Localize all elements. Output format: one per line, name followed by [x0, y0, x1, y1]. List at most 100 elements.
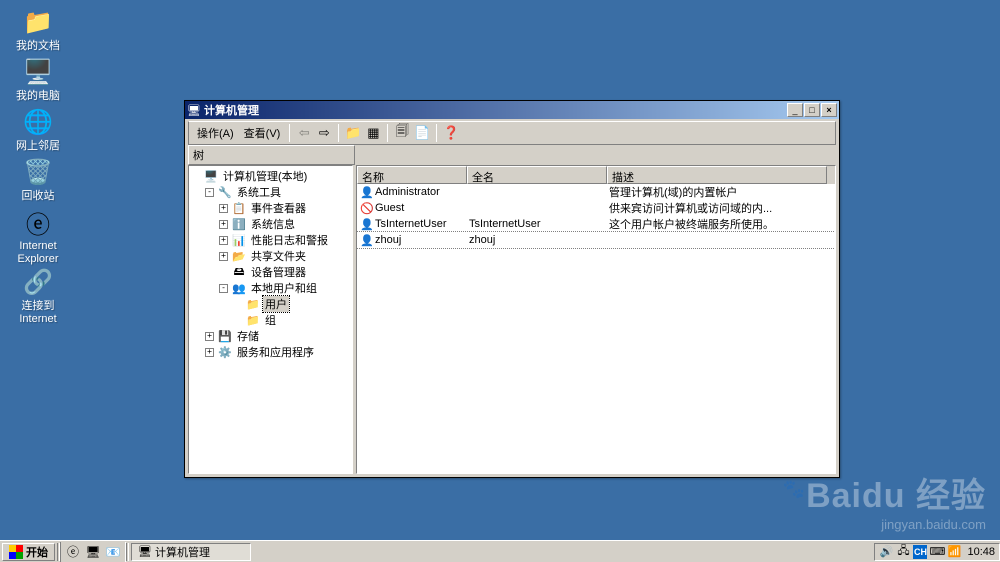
- tray-icon[interactable]: 📶: [947, 545, 961, 559]
- refresh-button[interactable]: 🗐: [392, 123, 412, 143]
- tree-node[interactable]: +ℹ️系统信息: [191, 216, 350, 232]
- column-header[interactable]: 名称: [357, 166, 467, 184]
- watermark: 🐾Baidu 经验 jingyan.baidu.com: [783, 468, 986, 532]
- taskbar: 开始 ⓔ 🖥 📧 🖥 计算机管理 🔊 🖧 CH ⌨ 📶 10:48: [0, 540, 1000, 562]
- tree-pane[interactable]: 🖥️计算机管理(本地)-🔧系统工具+📋事件查看器+ℹ️系统信息+📊性能日志和警报…: [188, 165, 353, 474]
- tree-node-icon: 💾: [217, 329, 233, 343]
- tree-node-label: 系统工具: [235, 184, 283, 200]
- windows-logo-icon: [9, 545, 23, 559]
- column-header[interactable]: 描述: [607, 166, 827, 184]
- desktop-icon-connect[interactable]: 🔗连接到 Internet: [8, 266, 68, 326]
- tree-node-icon: 📁: [245, 313, 261, 327]
- ql-desktop-icon[interactable]: 🖥: [84, 543, 102, 561]
- start-button[interactable]: 开始: [2, 543, 55, 561]
- expand-toggle[interactable]: +: [219, 236, 228, 245]
- menu-view[interactable]: 查看(V): [239, 123, 286, 143]
- expand-toggle[interactable]: +: [205, 348, 214, 357]
- tree-node[interactable]: 📁组: [191, 312, 350, 328]
- expand-toggle[interactable]: +: [219, 204, 228, 213]
- desktop-icon-my-computer[interactable]: 🖥️我的电脑: [8, 56, 68, 103]
- desktop-icon-label: Internet Explorer: [8, 240, 68, 266]
- tree-node[interactable]: +⚙️服务和应用程序: [191, 344, 350, 360]
- app-icon: 🖥: [187, 103, 201, 117]
- user-row[interactable]: 👤Administrator管理计算机(域)的内置帐户: [357, 184, 835, 200]
- desktop-icon-label: 我的文档: [8, 40, 68, 53]
- expand-toggle[interactable]: -: [205, 188, 214, 197]
- user-icon: 🚫: [359, 202, 375, 215]
- user-row[interactable]: 👤TsInternetUserTsInternetUser这个用户帐户被终端服务…: [357, 216, 835, 232]
- column-headers-bar: 树: [188, 145, 836, 165]
- desktop-icon-my-documents[interactable]: 📁 我的文档: [8, 6, 68, 53]
- desktop-icon-label: 回收站: [8, 190, 68, 203]
- network-icon: 🌐: [22, 106, 54, 138]
- ime-indicator[interactable]: CH: [913, 545, 927, 559]
- tree-node-label: 共享文件夹: [249, 248, 308, 264]
- tree-node-label: 系统信息: [249, 216, 297, 232]
- user-row[interactable]: 👤zhoujzhouj: [357, 232, 835, 248]
- tree-node[interactable]: +📊性能日志和警报: [191, 232, 350, 248]
- tree-node-label: 计算机管理(本地): [221, 168, 309, 184]
- tree-node[interactable]: 🖴设备管理器: [191, 264, 350, 280]
- tree-node-label: 存储: [235, 328, 261, 344]
- tree-node[interactable]: +💾存储: [191, 328, 350, 344]
- menu-action[interactable]: 操作(A): [192, 123, 239, 143]
- column-header[interactable]: 全名: [467, 166, 607, 184]
- tree-node-icon: 📁: [245, 297, 261, 311]
- help-button[interactable]: ❓: [441, 123, 461, 143]
- desktop-icon-ie[interactable]: ⓔInternet Explorer: [8, 206, 68, 266]
- user-desc: 供来宾访问计算机或访问域的内...: [607, 200, 827, 216]
- quick-launch: ⓔ 🖥 📧: [60, 542, 126, 562]
- list-pane[interactable]: 名称全名描述 👤Administrator管理计算机(域)的内置帐户🚫Guest…: [356, 165, 836, 474]
- user-icon: 👤: [359, 234, 375, 247]
- tree-node[interactable]: +📂共享文件夹: [191, 248, 350, 264]
- properties-button[interactable]: ▦: [363, 123, 383, 143]
- desktop-icon-label: 网上邻居: [8, 140, 68, 153]
- tree-node-label: 性能日志和警报: [249, 232, 330, 248]
- titlebar[interactable]: 🖥 计算机管理 _ □ ×: [185, 101, 839, 119]
- tree-node-icon: 📊: [231, 233, 247, 247]
- minimize-button[interactable]: _: [787, 103, 803, 117]
- forward-button[interactable]: ⇨: [314, 123, 334, 143]
- ql-outlook-icon[interactable]: 📧: [104, 543, 122, 561]
- expand-toggle[interactable]: +: [219, 220, 228, 229]
- connect-icon: 🔗: [22, 266, 54, 298]
- tree-header[interactable]: 树: [188, 145, 355, 165]
- task-app-icon: 🖥: [138, 545, 152, 558]
- desktop-icon-network[interactable]: 🌐 网上邻居: [8, 106, 68, 153]
- user-name: zhouj: [375, 234, 401, 246]
- expand-toggle[interactable]: +: [205, 332, 214, 341]
- tree-node-label: 服务和应用程序: [235, 344, 316, 360]
- my-documents-icon: 📁: [22, 6, 54, 38]
- desktop-icon-recycle-bin[interactable]: 🗑️回收站: [8, 156, 68, 203]
- clock[interactable]: 10:48: [964, 546, 995, 558]
- ie-icon: ⓔ: [22, 206, 54, 238]
- desktop-icon-label: 连接到 Internet: [8, 300, 68, 326]
- tree-node-icon: 📂: [231, 249, 247, 263]
- ql-ie-icon[interactable]: ⓔ: [64, 543, 82, 561]
- up-button[interactable]: 📁: [343, 123, 363, 143]
- tree-node-icon: 🖴: [231, 265, 247, 279]
- system-tray[interactable]: 🔊 🖧 CH ⌨ 📶 10:48: [874, 543, 1000, 561]
- maximize-button[interactable]: □: [804, 103, 820, 117]
- back-button[interactable]: ⇦: [294, 123, 314, 143]
- tree-node[interactable]: -🔧系统工具: [191, 184, 350, 200]
- taskbar-app-button[interactable]: 🖥 计算机管理: [131, 543, 251, 561]
- expand-toggle[interactable]: +: [219, 252, 228, 261]
- user-desc: 这个用户帐户被终端服务所使用。: [607, 216, 827, 232]
- tree-node-icon: 🖥️: [203, 169, 219, 183]
- user-row[interactable]: 🚫Guest 供来宾访问计算机或访问域的内...: [357, 200, 835, 216]
- tree-node[interactable]: -👥本地用户和组: [191, 280, 350, 296]
- expand-toggle[interactable]: -: [219, 284, 228, 293]
- close-button[interactable]: ×: [821, 103, 837, 117]
- tray-icon[interactable]: 🔊: [879, 545, 893, 559]
- export-button[interactable]: 📄: [412, 123, 432, 143]
- tray-icon[interactable]: 🖧: [896, 545, 910, 559]
- user-icon: 👤: [359, 218, 375, 231]
- user-name: Guest: [375, 202, 404, 214]
- tree-node[interactable]: 🖥️计算机管理(本地): [191, 168, 350, 184]
- tree-node-icon: ℹ️: [231, 217, 247, 231]
- user-name: Administrator: [375, 186, 440, 198]
- tray-icon[interactable]: ⌨: [930, 545, 944, 559]
- tree-node[interactable]: 📁用户: [191, 296, 350, 312]
- tree-node[interactable]: +📋事件查看器: [191, 200, 350, 216]
